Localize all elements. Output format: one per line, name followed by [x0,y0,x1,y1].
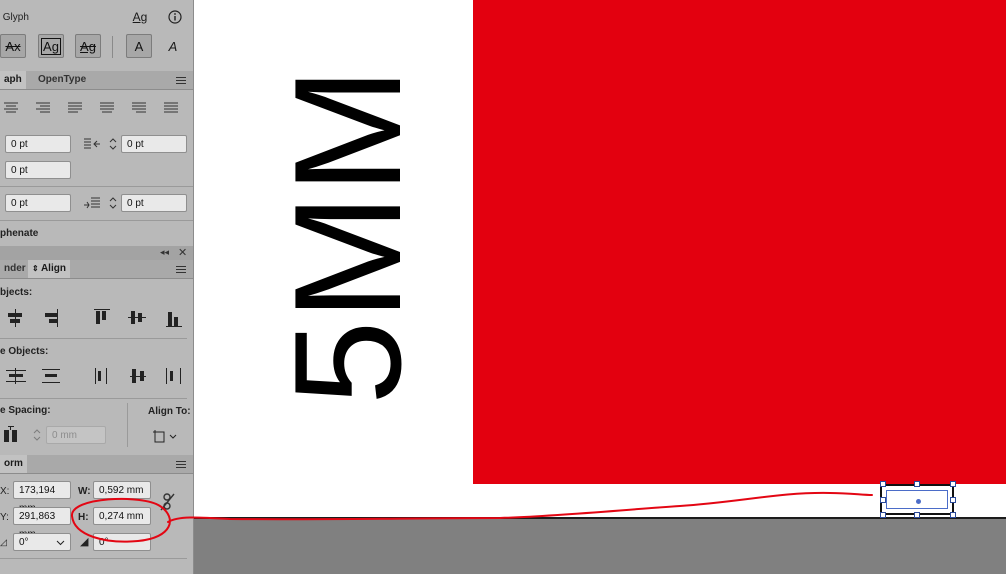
red-annotation [70,491,873,543]
